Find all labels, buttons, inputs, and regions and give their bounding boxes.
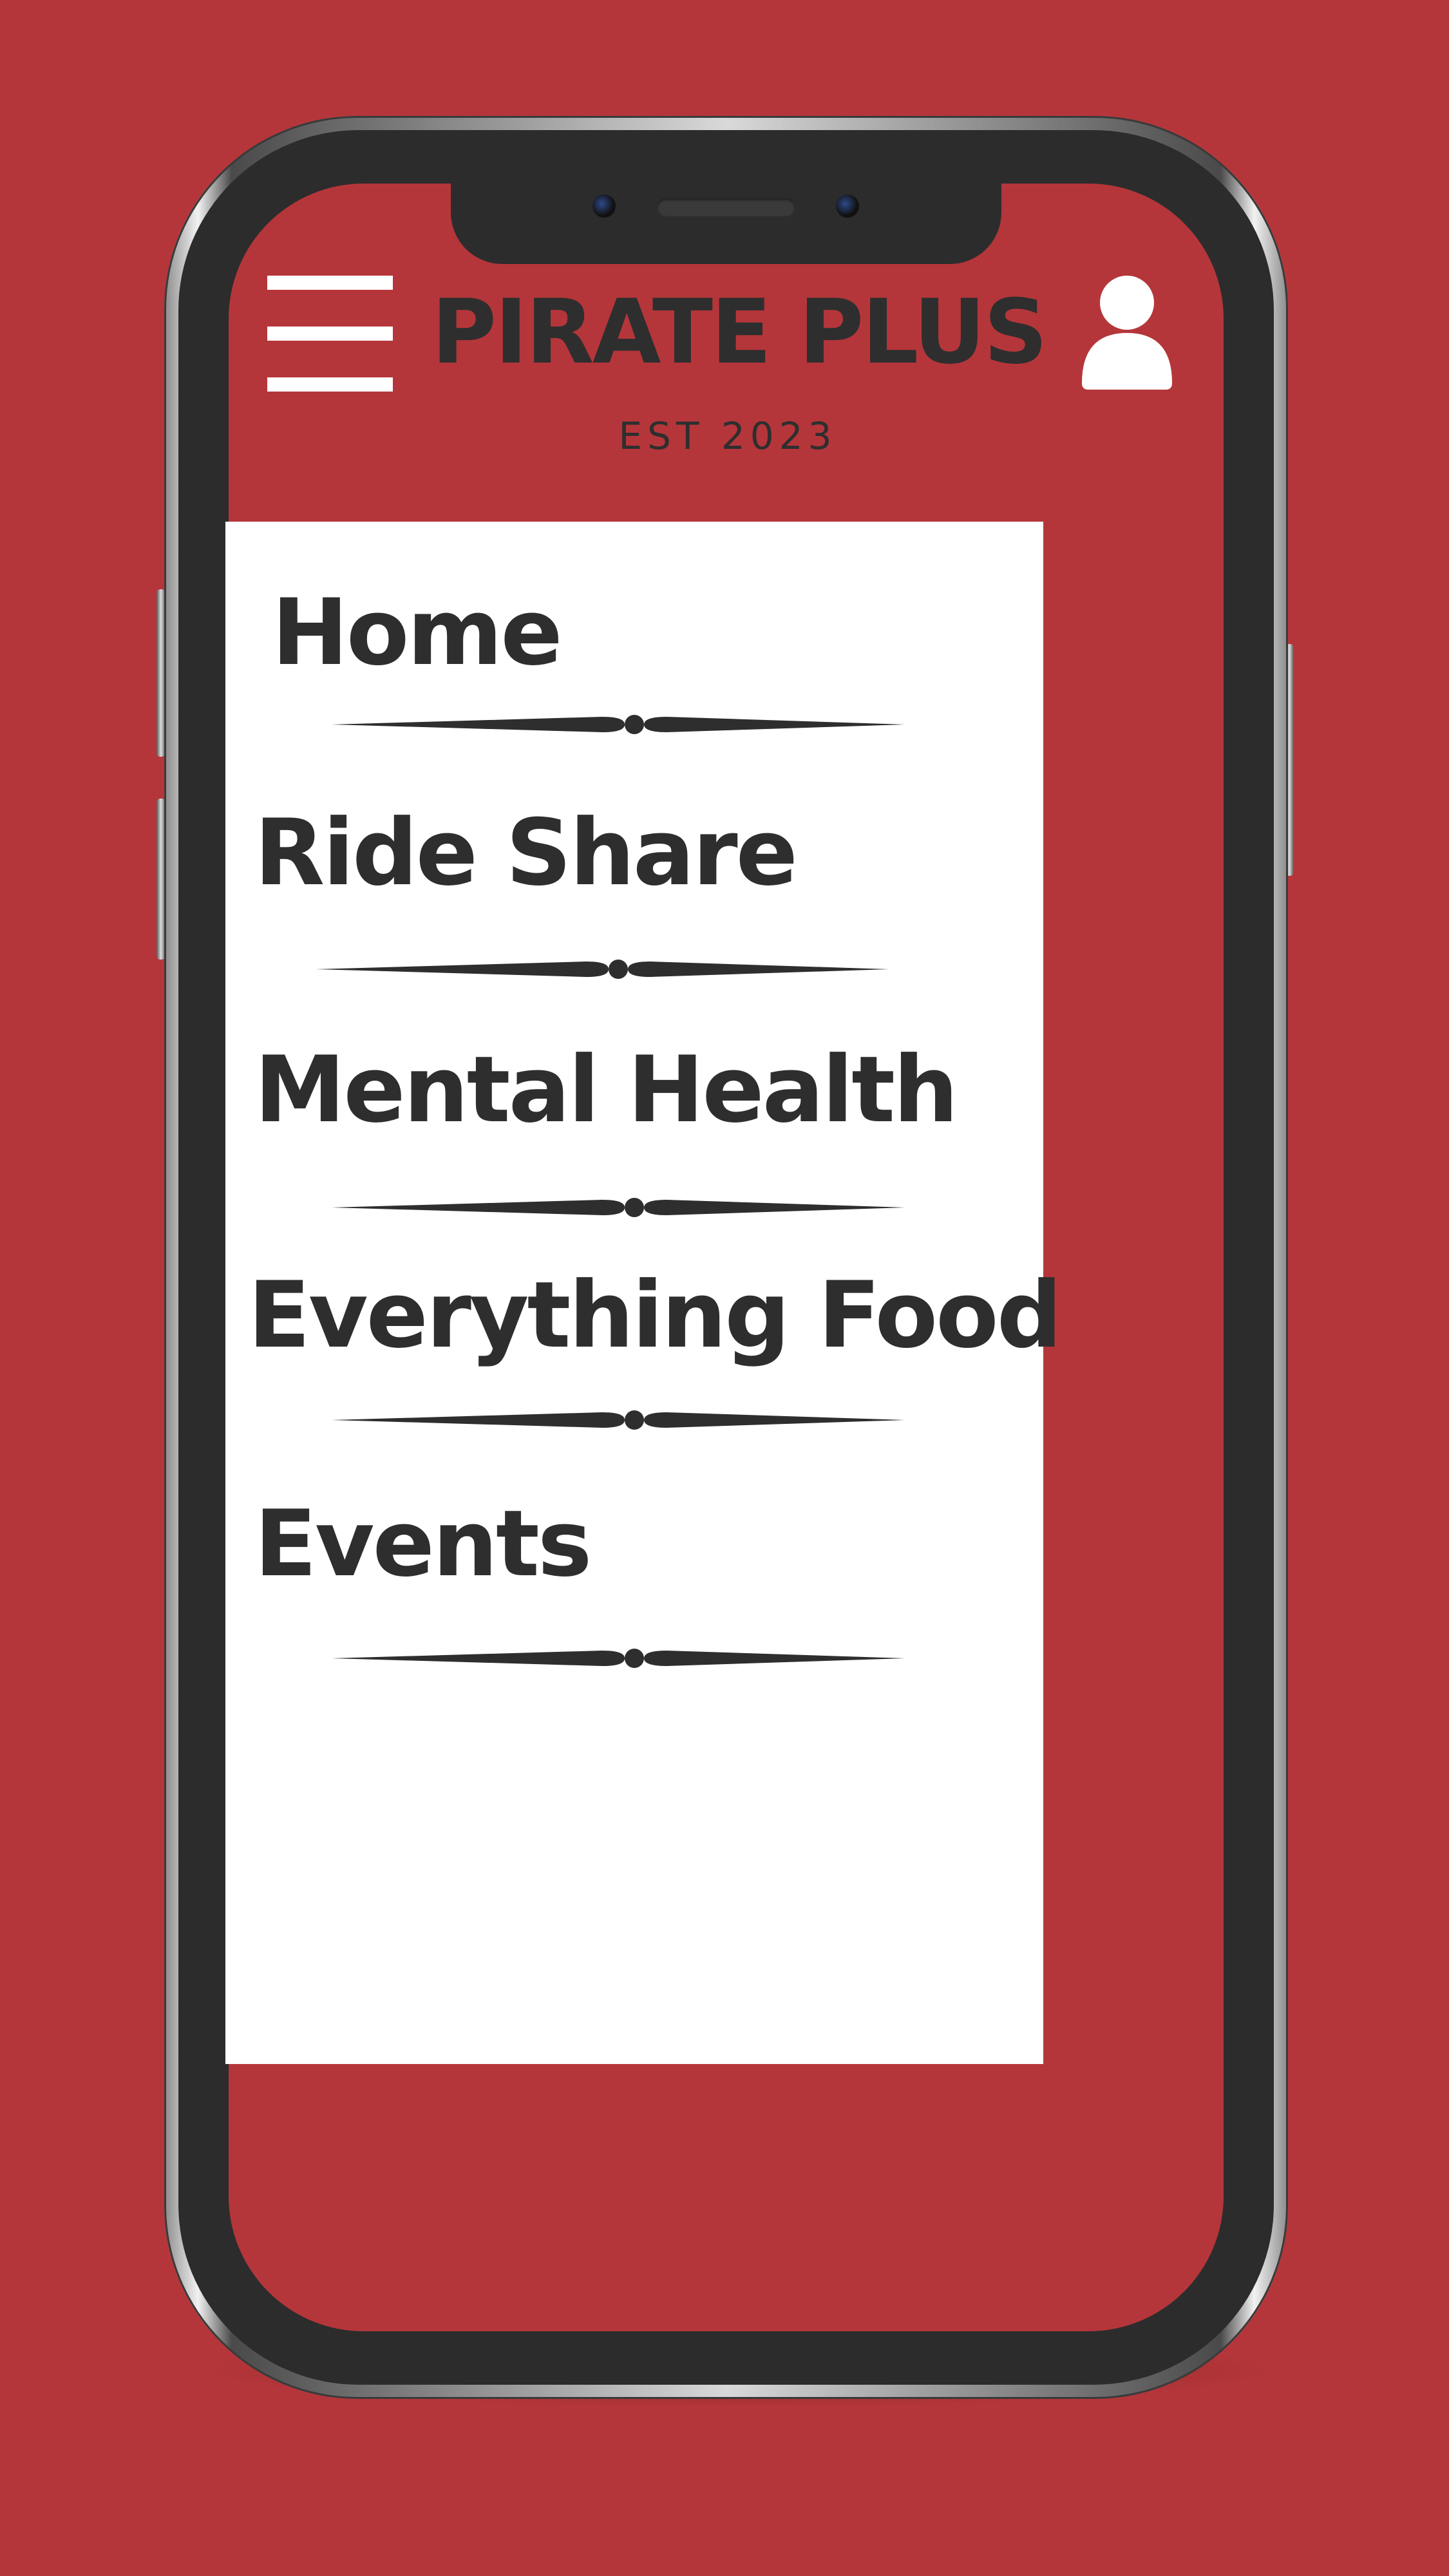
menu-item-mental-health[interactable]: Mental Health xyxy=(254,1037,958,1143)
earpiece-speaker xyxy=(657,198,795,216)
user-profile-icon[interactable] xyxy=(1082,274,1172,390)
phone-notch xyxy=(451,161,1001,264)
menu-divider xyxy=(332,1198,905,1217)
menu-item-ride-share[interactable]: Ride Share xyxy=(254,800,798,906)
menu-divider xyxy=(332,1410,905,1430)
app-stage: PIRATE PLUS EST 2023 Home Ride Share Men… xyxy=(0,0,1449,2576)
hamburger-menu-icon[interactable] xyxy=(267,276,393,392)
app-subtitle: EST 2023 xyxy=(618,414,837,458)
navigation-menu-panel: Home Ride Share Mental Health Everything… xyxy=(225,522,1062,2064)
app-title: PIRATE PLUS xyxy=(431,280,1048,384)
menu-divider xyxy=(332,715,905,734)
menu-item-everything-food[interactable]: Everything Food xyxy=(248,1262,1062,1368)
sensor-icon xyxy=(836,194,859,218)
menu-item-home[interactable]: Home xyxy=(272,580,563,686)
menu-divider xyxy=(316,960,889,979)
front-camera-icon xyxy=(592,194,616,218)
menu-divider xyxy=(332,1649,905,1668)
menu-item-events[interactable]: Events xyxy=(254,1491,592,1597)
